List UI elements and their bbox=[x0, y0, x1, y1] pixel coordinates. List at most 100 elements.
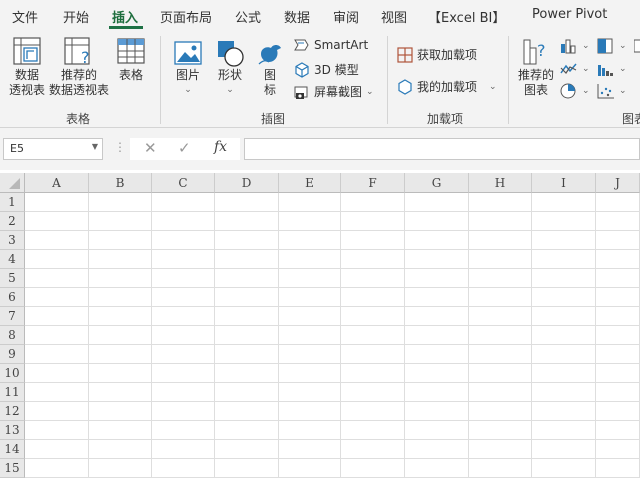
cell[interactable] bbox=[532, 421, 596, 440]
cell[interactable] bbox=[25, 307, 89, 326]
cell[interactable] bbox=[152, 288, 215, 307]
cell[interactable] bbox=[405, 269, 469, 288]
name-box-dropdown-icon[interactable]: ▼ bbox=[92, 142, 98, 151]
cell[interactable] bbox=[596, 402, 640, 421]
cell[interactable] bbox=[152, 326, 215, 345]
cell[interactable] bbox=[469, 250, 532, 269]
cell[interactable] bbox=[89, 421, 152, 440]
cell[interactable] bbox=[596, 459, 640, 478]
cell[interactable] bbox=[532, 402, 596, 421]
row-header[interactable]: 5 bbox=[0, 269, 25, 288]
cell[interactable] bbox=[152, 364, 215, 383]
pivot-table-button[interactable]: 数据 透视表 bbox=[6, 36, 48, 98]
3d-model-button[interactable]: 3D 模型 bbox=[294, 61, 359, 78]
tab-data[interactable]: 数据 bbox=[284, 7, 310, 26]
row-header[interactable]: 15 bbox=[0, 459, 25, 478]
cell[interactable] bbox=[89, 326, 152, 345]
cell[interactable] bbox=[279, 364, 341, 383]
row-header[interactable]: 8 bbox=[0, 326, 25, 345]
statistic-chart-button[interactable]: ⌄ bbox=[597, 61, 627, 77]
insert-function-icon[interactable]: fx bbox=[214, 139, 227, 155]
cell[interactable] bbox=[596, 421, 640, 440]
cell[interactable] bbox=[469, 440, 532, 459]
my-addins-button[interactable]: 我的加载项 ⌄ bbox=[397, 78, 497, 95]
cell[interactable] bbox=[215, 383, 279, 402]
cell[interactable] bbox=[89, 231, 152, 250]
name-box[interactable]: E5 ▼ bbox=[3, 138, 103, 160]
cell[interactable] bbox=[215, 421, 279, 440]
cell[interactable] bbox=[469, 383, 532, 402]
cell[interactable] bbox=[152, 440, 215, 459]
cell[interactable] bbox=[25, 364, 89, 383]
row-header[interactable]: 7 bbox=[0, 307, 25, 326]
cell[interactable] bbox=[532, 345, 596, 364]
cell[interactable] bbox=[25, 250, 89, 269]
scatter-chart-button[interactable]: ⌄ bbox=[597, 83, 627, 99]
cell[interactable] bbox=[25, 231, 89, 250]
cell[interactable] bbox=[341, 307, 405, 326]
column-header[interactable]: B bbox=[89, 173, 152, 193]
cell[interactable] bbox=[469, 459, 532, 478]
shapes-button[interactable]: 形状 ⌄ bbox=[211, 38, 249, 98]
cell[interactable] bbox=[341, 440, 405, 459]
cell[interactable] bbox=[469, 402, 532, 421]
cell[interactable] bbox=[279, 212, 341, 231]
cell[interactable] bbox=[341, 459, 405, 478]
cell[interactable] bbox=[341, 250, 405, 269]
column-header[interactable]: H bbox=[469, 173, 532, 193]
cell[interactable] bbox=[25, 402, 89, 421]
cell[interactable] bbox=[405, 383, 469, 402]
cell[interactable] bbox=[279, 402, 341, 421]
cell[interactable] bbox=[405, 231, 469, 250]
cell[interactable] bbox=[89, 212, 152, 231]
cell[interactable] bbox=[405, 212, 469, 231]
cell[interactable] bbox=[341, 212, 405, 231]
cell[interactable] bbox=[596, 288, 640, 307]
row-header[interactable]: 6 bbox=[0, 288, 25, 307]
pie-chart-button[interactable]: ⌄ bbox=[560, 83, 590, 99]
column-header[interactable]: G bbox=[405, 173, 469, 193]
cell[interactable] bbox=[152, 421, 215, 440]
cell[interactable] bbox=[532, 383, 596, 402]
cell[interactable] bbox=[469, 193, 532, 212]
cell[interactable] bbox=[596, 193, 640, 212]
cell[interactable] bbox=[532, 193, 596, 212]
cell[interactable] bbox=[152, 383, 215, 402]
cell[interactable] bbox=[596, 440, 640, 459]
cell[interactable] bbox=[469, 212, 532, 231]
cell[interactable] bbox=[341, 193, 405, 212]
cell[interactable] bbox=[469, 307, 532, 326]
picture-button[interactable]: 图片 ⌄ bbox=[168, 38, 208, 98]
tab-file[interactable]: 文件 bbox=[12, 7, 38, 26]
cell[interactable] bbox=[89, 250, 152, 269]
cell[interactable] bbox=[405, 402, 469, 421]
tab-view[interactable]: 视图 bbox=[381, 7, 407, 26]
cell[interactable] bbox=[532, 212, 596, 231]
cell[interactable] bbox=[89, 402, 152, 421]
cell[interactable] bbox=[341, 269, 405, 288]
formula-input[interactable] bbox=[244, 138, 640, 160]
cell[interactable] bbox=[215, 440, 279, 459]
cell[interactable] bbox=[152, 307, 215, 326]
cell[interactable] bbox=[279, 250, 341, 269]
cell[interactable] bbox=[25, 269, 89, 288]
cell[interactable] bbox=[215, 193, 279, 212]
cell[interactable] bbox=[596, 269, 640, 288]
cell[interactable] bbox=[89, 307, 152, 326]
tab-excel-bi[interactable]: 【Excel BI】 bbox=[428, 7, 505, 26]
cell[interactable] bbox=[152, 250, 215, 269]
cell[interactable] bbox=[596, 326, 640, 345]
cell[interactable] bbox=[215, 250, 279, 269]
cell[interactable] bbox=[152, 402, 215, 421]
cell[interactable] bbox=[89, 269, 152, 288]
cell[interactable] bbox=[279, 421, 341, 440]
cell[interactable] bbox=[25, 459, 89, 478]
cell[interactable] bbox=[341, 231, 405, 250]
tab-formulas[interactable]: 公式 bbox=[235, 7, 261, 26]
column-header[interactable]: J bbox=[596, 173, 640, 193]
column-chart-button[interactable]: ⌄ bbox=[560, 38, 590, 54]
cell[interactable] bbox=[215, 459, 279, 478]
column-header[interactable]: I bbox=[532, 173, 596, 193]
recommended-pivot-button[interactable]: ? 推荐的 数据透视表 bbox=[48, 36, 110, 98]
cell[interactable] bbox=[89, 364, 152, 383]
